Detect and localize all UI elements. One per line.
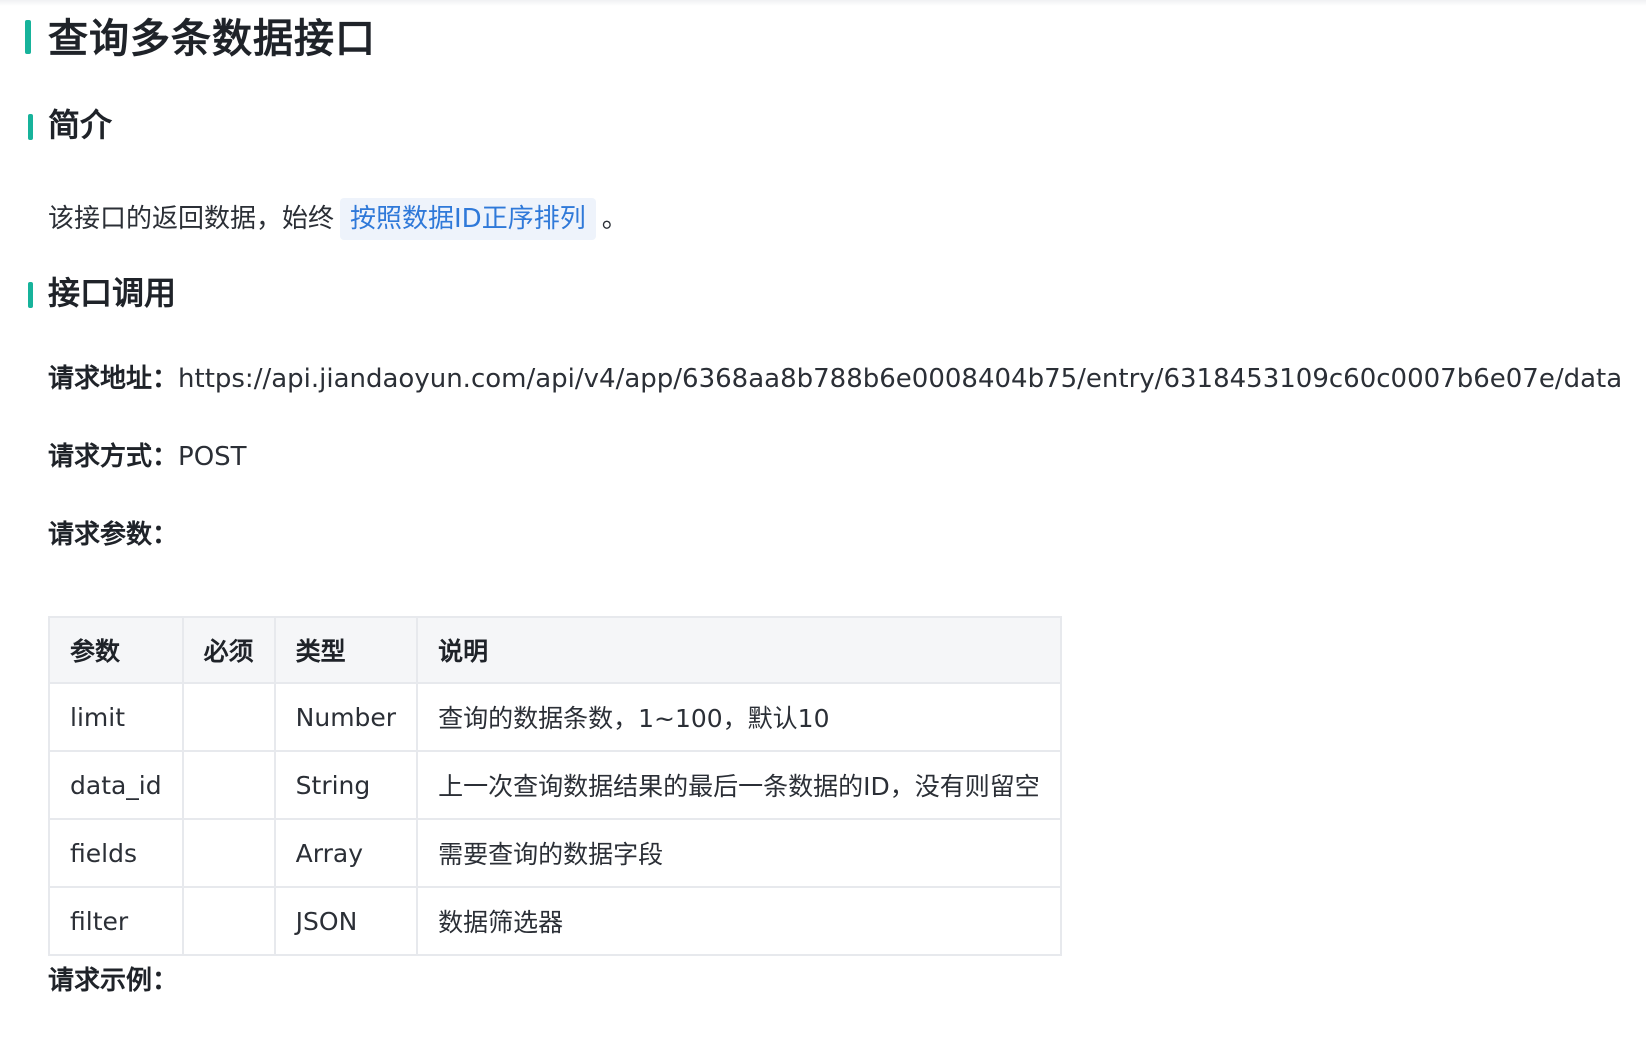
intro-text-end: 。 (601, 204, 628, 234)
param-required (181, 750, 276, 820)
request-method: POST (178, 442, 247, 472)
request-method-label: 请求方式： (48, 442, 179, 472)
title-accent-bar (25, 20, 31, 54)
request-url-label: 请求地址： (48, 364, 179, 394)
param-description: 需要查询的数据字段 (416, 818, 1062, 888)
api-accent-bar (28, 282, 33, 308)
request-params-label: 请求参数： (48, 520, 179, 550)
request-example-line: 请求示例： (48, 963, 178, 999)
intro-highlight: 按照数据ID正序排列 (340, 198, 596, 240)
request-url[interactable]: https://api.jiandaoyun.com/api/v4/app/63… (178, 364, 1622, 394)
intro-heading: 简介 (48, 106, 113, 144)
param-type: JSON (273, 886, 419, 956)
intro-text: 该接口的返回数据，始终 (48, 204, 335, 234)
page-title: 查询多条数据接口 (48, 16, 376, 62)
table-row: fields Array 需要查询的数据字段 (48, 818, 1062, 888)
request-example-label: 请求示例： (48, 966, 179, 996)
param-required (181, 886, 276, 956)
intro-accent-bar (28, 114, 33, 140)
param-description: 查询的数据条数，1~100，默认10 (416, 682, 1062, 752)
param-name: limit (48, 682, 184, 752)
header-type: 类型 (273, 616, 419, 684)
param-type: String (273, 750, 419, 820)
api-heading: 接口调用 (48, 274, 177, 312)
param-description: 上一次查询数据结果的最后一条数据的ID，没有则留空 (416, 750, 1062, 820)
header-param: 参数 (48, 616, 184, 684)
param-required (181, 682, 276, 752)
param-description: 数据筛选器 (416, 886, 1062, 956)
param-required (181, 818, 276, 888)
param-name: data_id (48, 750, 184, 820)
request-params-line: 请求参数： (48, 517, 178, 553)
param-name: filter (48, 886, 184, 956)
table-header-row: 参数 必须 类型 说明 (48, 616, 1062, 684)
request-method-line: 请求方式：POST (48, 439, 247, 475)
top-shadow (0, 0, 1646, 6)
param-type: Array (273, 818, 419, 888)
table-row: filter JSON 数据筛选器 (48, 886, 1062, 956)
param-name: fields (48, 818, 184, 888)
params-table: 参数 必须 类型 说明 limit Number 查询的数据条数，1~100，默… (48, 616, 1062, 956)
table-row: data_id String 上一次查询数据结果的最后一条数据的ID，没有则留空 (48, 750, 1062, 820)
intro-paragraph: 该接口的返回数据，始终 按照数据ID正序排列。 (48, 198, 628, 240)
param-type: Number (273, 682, 419, 752)
request-url-line: 请求地址：https://api.jiandaoyun.com/api/v4/a… (48, 361, 1622, 397)
header-required: 必须 (181, 616, 276, 684)
header-description: 说明 (416, 616, 1062, 684)
table-row: limit Number 查询的数据条数，1~100，默认10 (48, 682, 1062, 752)
